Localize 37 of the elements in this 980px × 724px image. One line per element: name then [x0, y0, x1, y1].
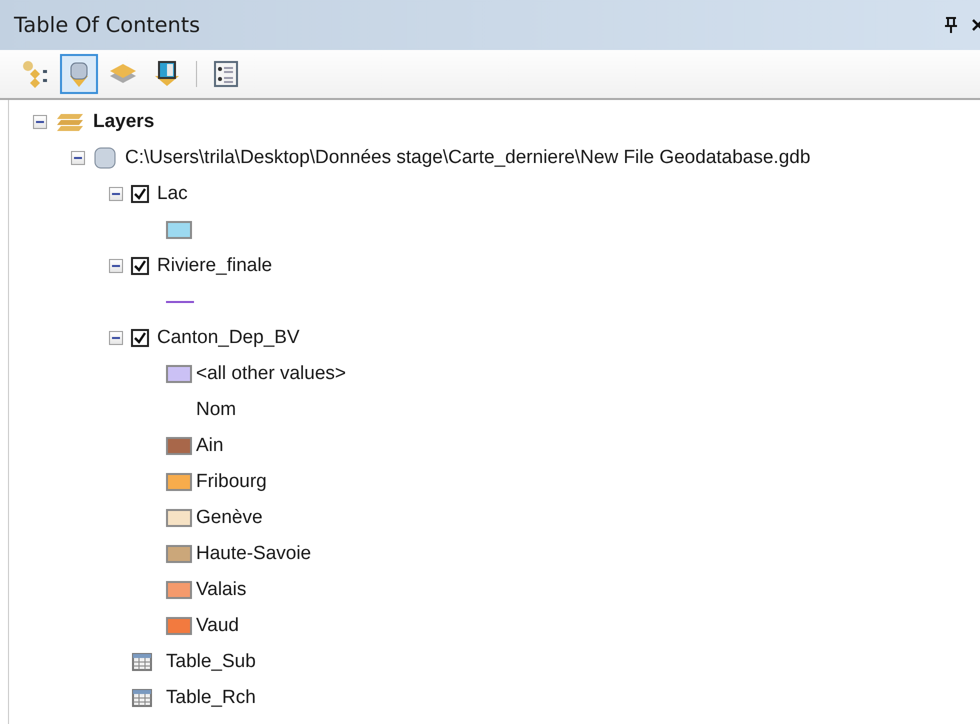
legend-label: Vaud	[196, 615, 239, 637]
data-frame-label[interactable]: Layers	[93, 111, 154, 133]
close-icon[interactable]	[972, 18, 980, 32]
table-icon	[132, 653, 152, 671]
minus-icon	[112, 334, 120, 342]
layer-name[interactable]: Riviere_finale	[157, 255, 272, 277]
pin-icon[interactable]	[944, 16, 958, 34]
legend-label: <all other values>	[196, 363, 346, 385]
table-name[interactable]: Table_Sub	[166, 651, 256, 673]
legend-label: Haute-Savoie	[196, 543, 312, 565]
database-icon	[93, 146, 117, 170]
collapse-button[interactable]	[109, 259, 123, 273]
table-name[interactable]: Table_Rch	[166, 687, 256, 709]
legend-label: Fribourg	[196, 471, 267, 493]
minus-icon	[112, 190, 120, 198]
legend-label: Genève	[196, 507, 263, 529]
collapse-button[interactable]	[33, 115, 47, 129]
map-layer-icon	[153, 60, 181, 88]
list-icon	[214, 61, 238, 87]
legend-heading: Nom	[196, 399, 236, 421]
minus-icon	[112, 262, 120, 270]
workspace-path[interactable]: C:\Users\trila\Desktop\Données stage\Carte_derniere\New File Geodatabase.gdb	[125, 147, 810, 169]
legend-label: Valais	[196, 579, 246, 601]
minus-icon	[36, 118, 44, 126]
table-icon	[132, 689, 152, 707]
panel-title: Table Of Contents	[14, 13, 202, 37]
collapse-button[interactable]	[109, 331, 123, 345]
layer-name[interactable]: Lac	[157, 183, 188, 205]
hierarchy-icon	[20, 60, 50, 88]
layer-checkbox[interactable]	[131, 257, 149, 275]
collapse-button[interactable]	[109, 187, 123, 201]
collapse-button[interactable]	[71, 151, 85, 165]
minus-icon	[74, 154, 82, 162]
legend-label: Ain	[196, 435, 224, 457]
layer-name[interactable]: Canton_Dep_BV	[157, 327, 300, 349]
layer-checkbox[interactable]	[131, 329, 149, 347]
layer-checkbox[interactable]	[131, 185, 149, 203]
